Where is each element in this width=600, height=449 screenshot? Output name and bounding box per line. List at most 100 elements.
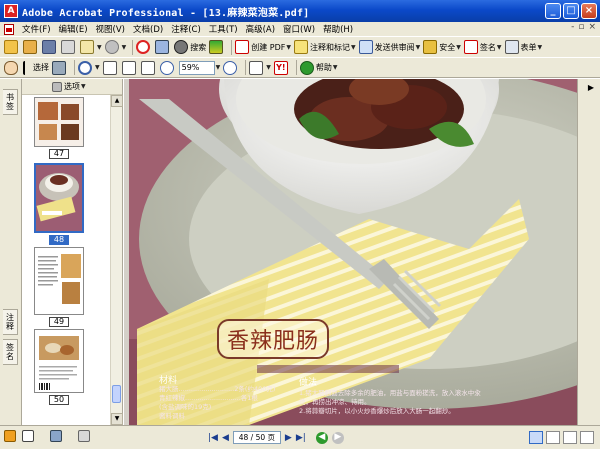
scroll-up-button[interactable]: ▲: [111, 95, 123, 107]
continuous-facing-layout-icon[interactable]: [580, 431, 594, 444]
thumbnail-page-selected[interactable]: [34, 163, 84, 233]
zoom-in-button[interactable]: [223, 59, 239, 76]
create-pdf-button[interactable]: 创建 PDF ▼: [235, 39, 291, 56]
search-button[interactable]: 搜索: [174, 39, 206, 56]
expand-panel-icon[interactable]: ▶: [588, 83, 594, 92]
thumbnail-image: [35, 98, 83, 146]
thumbnail-scrollbar[interactable]: ▲ ▼: [110, 95, 123, 425]
first-page-button[interactable]: |◀: [208, 433, 218, 443]
pen-icon: [463, 40, 478, 54]
menu-document[interactable]: 文档(D): [129, 23, 167, 35]
menu-comments[interactable]: 注释(C): [167, 23, 205, 35]
text-cursor-icon: [23, 60, 31, 75]
organizer-button[interactable]: [23, 39, 39, 56]
attach-button[interactable]: ▼: [104, 39, 126, 56]
open-button[interactable]: [4, 39, 20, 56]
zoom-out-button[interactable]: [159, 59, 176, 76]
hand-tool-button[interactable]: [4, 59, 20, 76]
fit-button[interactable]: [155, 39, 171, 56]
document-view[interactable]: 香辣肥肠 材料 猪大肠...........................2条…: [129, 79, 577, 425]
stamp-button[interactable]: [136, 39, 152, 56]
forms-button[interactable]: 表单 ▼: [504, 39, 542, 56]
select-tool-button[interactable]: 选择: [23, 59, 49, 76]
document-view-icon: [155, 40, 170, 54]
previous-page-button[interactable]: ◀: [222, 433, 229, 443]
create-pdf-label: 创建 PDF: [251, 42, 286, 52]
warning-icon[interactable]: [4, 430, 16, 442]
form-icon: [504, 40, 519, 54]
email-button[interactable]: ▼: [80, 39, 102, 56]
save-button[interactable]: [42, 39, 58, 56]
tab-signatures[interactable]: 签名: [3, 339, 18, 365]
select-label: 选择: [33, 63, 49, 72]
actual-size-button[interactable]: [102, 59, 119, 76]
document-properties-icon[interactable]: [78, 430, 90, 442]
menu-edit[interactable]: 编辑(E): [55, 23, 92, 35]
yahoo-toolbar-button[interactable]: Y!: [273, 59, 290, 76]
fit-page-button[interactable]: [121, 59, 138, 76]
forms-label: 表单: [520, 42, 537, 52]
sign-button[interactable]: 签名 ▼: [463, 39, 502, 56]
menu-advanced[interactable]: 高级(A): [242, 23, 279, 35]
rotate-button[interactable]: ▼: [249, 59, 271, 76]
minimize-button[interactable]: _: [545, 3, 561, 19]
trash-icon[interactable]: [52, 81, 62, 92]
doc-minimize-button[interactable]: -: [571, 22, 574, 32]
tab-bookmarks[interactable]: 书签: [3, 89, 18, 115]
options-menu[interactable]: 选项: [64, 81, 80, 92]
hand-icon: [4, 60, 18, 75]
continuous-layout-icon[interactable]: [546, 431, 560, 444]
previous-view-button[interactable]: ◀: [315, 431, 328, 444]
single-page-layout-icon[interactable]: [529, 431, 543, 444]
comment-markup-button[interactable]: 注释和标记 ▼: [294, 39, 356, 56]
fit-width-button[interactable]: [140, 59, 157, 76]
next-view-button[interactable]: ▶: [331, 431, 344, 444]
menu-bar: 文件(F) 编辑(E) 视图(V) 文档(D) 注释(C) 工具(T) 高级(A…: [0, 22, 600, 36]
zoom-in-icon: [223, 60, 238, 75]
doc-restore-button[interactable]: ▫: [578, 22, 584, 32]
doc-close-button[interactable]: ×: [588, 22, 596, 32]
scrollbar-thumb[interactable]: [112, 385, 121, 403]
document-icon[interactable]: [4, 23, 14, 35]
thumbnail-page[interactable]: [34, 329, 84, 393]
security-button[interactable]: 安全 ▼: [423, 39, 461, 56]
print-icon: [61, 40, 75, 54]
maximize-button[interactable]: □: [563, 3, 579, 19]
acrobat-app-icon[interactable]: A: [4, 4, 18, 18]
zoom-input[interactable]: 59%: [178, 60, 215, 75]
menu-help[interactable]: 帮助(H): [319, 23, 357, 35]
toolbar-separator: [132, 39, 134, 55]
send-review-icon: [358, 40, 373, 54]
edit-icon[interactable]: [22, 430, 34, 442]
facing-layout-icon[interactable]: [563, 431, 577, 444]
ingredient-line: 酱料调料: [159, 412, 185, 420]
thumbnail-image: [35, 330, 83, 392]
menu-window[interactable]: 窗口(W): [279, 23, 319, 35]
yahoo-icon: Y!: [273, 60, 288, 75]
comment-markup-label: 注释和标记: [310, 42, 351, 52]
sign-label: 签名: [479, 42, 496, 52]
send-review-button[interactable]: 发送供审阅 ▼: [358, 39, 420, 56]
snapshot-button[interactable]: [52, 59, 68, 76]
scroll-down-button[interactable]: ▼: [111, 413, 123, 425]
help-button[interactable]: 帮助 ▼: [299, 59, 338, 76]
thumbnail-page-label: 49: [49, 317, 69, 327]
next-page-button[interactable]: ▶: [285, 433, 292, 443]
close-button[interactable]: ×: [581, 3, 597, 19]
last-page-button[interactable]: ▶|: [296, 433, 306, 443]
monitor-icon[interactable]: [50, 430, 62, 442]
zoom-level-select[interactable]: 59% ▼: [178, 59, 220, 76]
zoom-tool-button[interactable]: ▼: [78, 59, 100, 76]
thumbnail-image: [36, 165, 82, 231]
menu-file[interactable]: 文件(F): [18, 23, 55, 35]
thumbnail-page[interactable]: [34, 247, 84, 315]
print-button[interactable]: [61, 39, 77, 56]
tab-comments[interactable]: 注释: [3, 309, 18, 335]
read-aloud-button[interactable]: [209, 39, 225, 56]
menu-tools[interactable]: 工具(T): [205, 23, 242, 35]
toolbar-navigation: 选择 ▼ 59% ▼ ▼ Y! 帮助 ▼: [0, 57, 600, 78]
thumbnail-page[interactable]: [34, 97, 84, 147]
page-number-field[interactable]: 48 / 50 页: [232, 431, 281, 444]
rotate-icon: [249, 60, 264, 75]
menu-view[interactable]: 视图(V): [92, 23, 129, 35]
